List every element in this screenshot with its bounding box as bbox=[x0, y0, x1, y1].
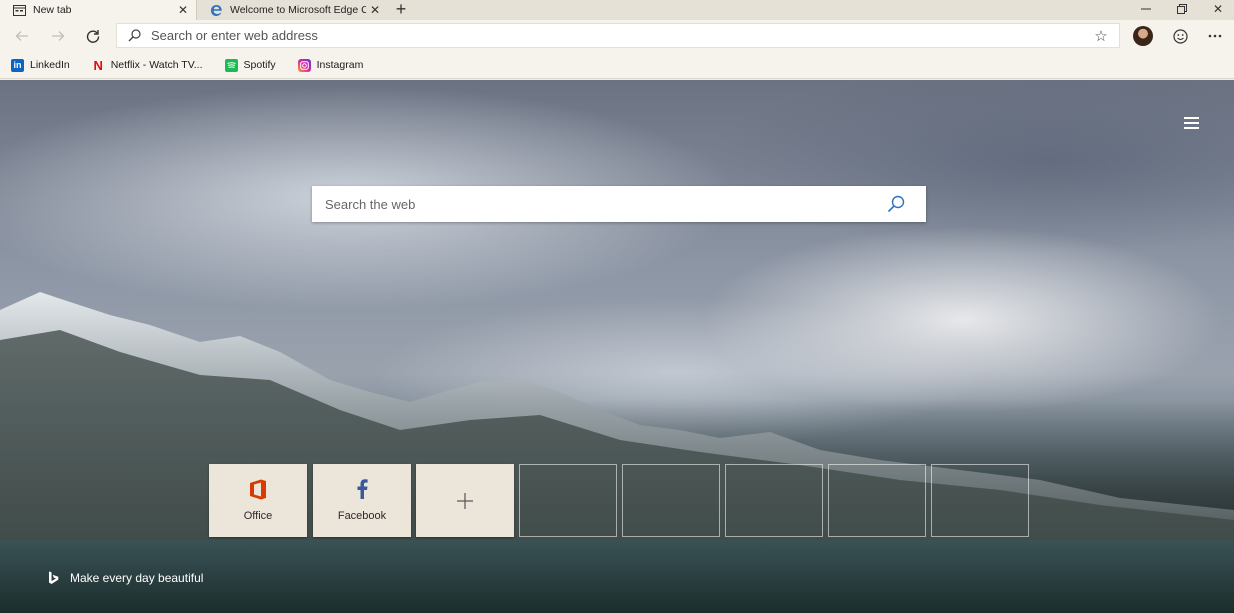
favorite-label: Spotify bbox=[243, 59, 276, 71]
back-button[interactable] bbox=[10, 24, 34, 48]
favorite-label: Instagram bbox=[316, 59, 364, 71]
forward-arrow-icon bbox=[52, 31, 65, 41]
empty-tile-slot bbox=[519, 464, 617, 537]
more-options-icon[interactable] bbox=[1204, 25, 1226, 47]
instagram-icon bbox=[297, 58, 311, 72]
tab-strip: New tab ✕ Welcome to Microsoft Edge Can … bbox=[0, 0, 1234, 20]
top-sites: Office Facebook bbox=[209, 464, 1031, 538]
empty-tile-slot bbox=[828, 464, 926, 537]
web-search-input[interactable] bbox=[312, 196, 884, 212]
favorite-label: LinkedIn bbox=[30, 59, 70, 71]
empty-tile-slot bbox=[725, 464, 823, 537]
back-arrow-icon bbox=[15, 31, 28, 41]
favorite-netflix[interactable]: N Netflix - Watch TV... bbox=[92, 55, 203, 75]
page-settings-menu-icon[interactable] bbox=[1180, 112, 1202, 134]
close-window-button[interactable]: ✕ bbox=[1200, 0, 1234, 18]
restore-icon bbox=[1177, 4, 1187, 14]
empty-tile-slot bbox=[931, 464, 1029, 537]
search-icon bbox=[127, 29, 141, 43]
restore-button[interactable] bbox=[1164, 0, 1200, 18]
edge-logo-icon bbox=[209, 4, 223, 16]
address-bar[interactable]: ☆ bbox=[116, 23, 1120, 48]
address-input[interactable] bbox=[151, 28, 1091, 43]
tab-title: New tab bbox=[33, 4, 72, 16]
bing-logo-icon bbox=[46, 570, 60, 586]
bing-image-credit[interactable]: Make every day beautiful bbox=[46, 570, 203, 586]
new-tab-button[interactable]: + bbox=[392, 0, 410, 18]
top-site-office[interactable]: Office bbox=[209, 464, 307, 537]
add-icon bbox=[457, 485, 473, 516]
tab-new-tab[interactable]: New tab ✕ bbox=[0, 0, 196, 20]
close-tab-icon[interactable]: ✕ bbox=[174, 1, 192, 19]
add-site-tile[interactable] bbox=[416, 464, 514, 537]
tab-welcome-edge[interactable]: Welcome to Microsoft Edge Can ✕ bbox=[196, 0, 388, 20]
tile-label: Facebook bbox=[337, 510, 387, 522]
linkedin-icon: in bbox=[11, 58, 24, 72]
favorite-linkedin[interactable]: in LinkedIn bbox=[11, 55, 70, 75]
minimize-icon bbox=[1141, 8, 1151, 10]
close-icon: ✕ bbox=[1212, 2, 1224, 16]
favorite-label: Netflix - Watch TV... bbox=[110, 59, 203, 71]
bing-tagline: Make every day beautiful bbox=[70, 571, 204, 585]
search-icon[interactable] bbox=[884, 192, 908, 216]
facebook-icon bbox=[357, 478, 368, 500]
empty-tile-slot bbox=[622, 464, 720, 537]
new-tab-page: Office Facebook Make every day beautiful bbox=[0, 80, 1234, 613]
refresh-button[interactable] bbox=[81, 24, 105, 48]
minimize-button[interactable] bbox=[1128, 0, 1164, 18]
profile-avatar[interactable] bbox=[1133, 26, 1153, 46]
tab-title: Welcome to Microsoft Edge Can bbox=[230, 4, 366, 16]
refresh-icon bbox=[86, 30, 100, 43]
toolbar: ☆ bbox=[0, 20, 1234, 52]
spotify-icon bbox=[224, 58, 238, 72]
office-icon bbox=[249, 478, 267, 500]
web-search-box[interactable] bbox=[312, 186, 926, 222]
feedback-smiley-icon[interactable] bbox=[1169, 25, 1191, 47]
favorite-instagram[interactable]: Instagram bbox=[297, 55, 364, 75]
netflix-icon: N bbox=[93, 57, 103, 73]
forward-button[interactable] bbox=[46, 24, 70, 48]
favorites-bar: in LinkedIn N Netflix - Watch TV... Spot… bbox=[0, 52, 1234, 79]
newtab-page-icon bbox=[12, 4, 26, 16]
close-tab-icon[interactable]: ✕ bbox=[366, 1, 384, 19]
tile-label: Office bbox=[243, 510, 273, 522]
top-site-facebook[interactable]: Facebook bbox=[313, 464, 411, 537]
favorite-spotify[interactable]: Spotify bbox=[224, 55, 276, 75]
star-icon[interactable]: ☆ bbox=[1091, 26, 1111, 46]
